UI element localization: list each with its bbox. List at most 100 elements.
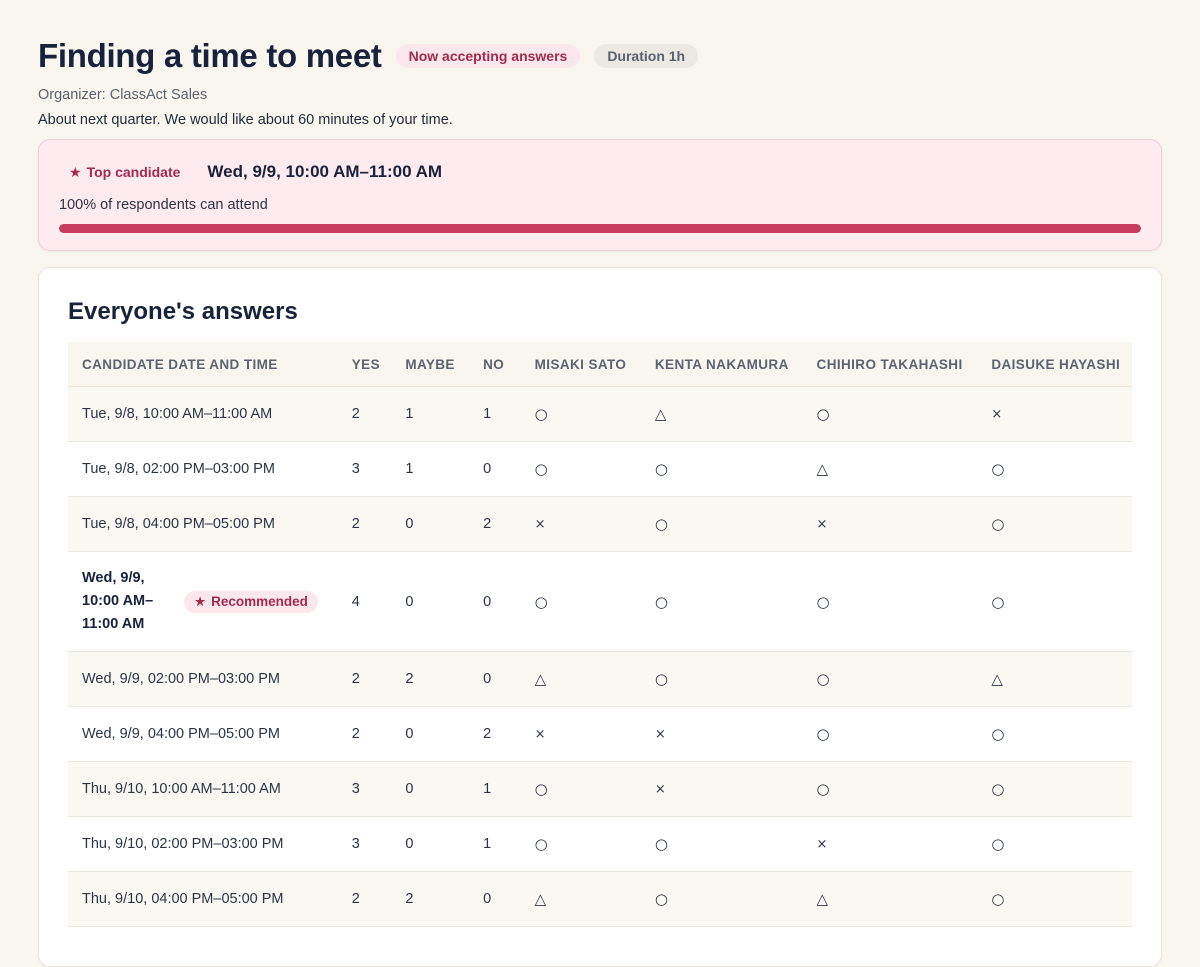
top-candidate-card: ★ Top candidate Wed, 9/9, 10:00 AM–11:00… [38, 139, 1162, 251]
no-count-cell: 2 [469, 706, 521, 762]
star-icon: ★ [69, 163, 82, 180]
answer-cell-kenta-nakamura: ○ [640, 496, 803, 552]
answer-mark: ○ [534, 835, 548, 853]
maybe-count-cell: 2 [391, 651, 470, 707]
answer-cell-chihiro-takahashi: △ [802, 871, 978, 927]
answers-table: CANDIDATE DATE AND TIME YES MAYBE NO MIS… [68, 342, 1132, 927]
answer-mark: × [654, 727, 666, 742]
answer-cell-misaki-sato: ○ [520, 386, 641, 442]
candidate-time-cell: Wed, 9/9, 02:00 PM–03:00 PM [68, 651, 338, 707]
candidate-time-cell: Wed, 9/9, 04:00 PM–05:00 PM [68, 706, 338, 762]
answer-cell-chihiro-takahashi: ○ [802, 386, 978, 442]
maybe-count-cell: 0 [391, 761, 470, 817]
answer-cell-kenta-nakamura: ○ [640, 441, 803, 497]
answer-mark: △ [991, 670, 1003, 688]
answer-cell-daisuke-hayashi: × [977, 386, 1132, 442]
answer-mark: ○ [991, 780, 1005, 798]
answer-cell-chihiro-takahashi: ○ [802, 551, 978, 652]
answer-cell-daisuke-hayashi: ○ [977, 816, 1132, 872]
column-header-maybe[interactable]: MAYBE [391, 342, 470, 387]
answer-mark: ○ [816, 725, 830, 743]
table-row: Thu, 9/10, 10:00 AM–11:00 AM 3 0 1 ○ × ○ ○ [68, 761, 1132, 817]
attendance-text: 100% of respondents can attend [59, 197, 268, 213]
answer-cell-misaki-sato: ○ [520, 816, 641, 872]
no-count-cell: 2 [469, 496, 521, 552]
column-header-misaki-sato[interactable]: MISAKI SATO [520, 342, 641, 387]
answer-mark: ○ [816, 780, 830, 798]
answer-cell-kenta-nakamura: × [640, 706, 803, 762]
answer-cell-chihiro-takahashi: × [802, 496, 978, 552]
answer-mark: ○ [991, 835, 1005, 853]
page: Finding a time to meet Now accepting ans… [0, 0, 1200, 967]
yes-count-cell: 3 [337, 441, 392, 497]
answer-mark: × [654, 782, 666, 797]
answer-mark: × [534, 727, 546, 742]
table-row: Tue, 9/8, 02:00 PM–03:00 PM 3 1 0 ○ ○ △ ○ [68, 441, 1132, 497]
candidate-time-cell: Tue, 9/8, 10:00 AM–11:00 AM [68, 386, 338, 442]
table-row: Wed, 9/9, 02:00 PM–03:00 PM 2 2 0 △ ○ ○ △ [68, 651, 1132, 707]
organizer-text: Organizer: ClassAct Sales [38, 87, 208, 103]
column-header-daisuke-hayashi[interactable]: DAISUKE HAYASHI [977, 342, 1132, 387]
answer-mark: ○ [991, 592, 1005, 611]
answer-cell-daisuke-hayashi: ○ [977, 871, 1132, 927]
answers-card: Everyone's answers CANDIDATE DATE AND TI… [38, 267, 1162, 967]
answer-mark: △ [654, 405, 667, 423]
attendance-progress-fill [59, 224, 1141, 233]
answer-cell-kenta-nakamura: ○ [640, 651, 803, 707]
answer-cell-misaki-sato: △ [520, 651, 641, 707]
table-header-row: CANDIDATE DATE AND TIME YES MAYBE NO MIS… [68, 342, 1132, 387]
answer-mark: ○ [991, 725, 1005, 743]
answer-mark: ○ [654, 460, 668, 478]
column-header-kenta-nakamura[interactable]: KENTA NAKAMURA [640, 342, 803, 387]
answers-table-body: Tue, 9/8, 10:00 AM–11:00 AM 2 1 1 ○ △ ○ × Tue, 9… [68, 386, 1132, 927]
answer-mark: × [816, 837, 828, 852]
table-row: Thu, 9/10, 02:00 PM–03:00 PM 3 0 1 ○ ○ × ○ [68, 816, 1132, 872]
answer-mark: ○ [534, 780, 548, 798]
answer-cell-daisuke-hayashi: ○ [977, 761, 1132, 817]
recommended-badge: ★ Recommended [184, 590, 318, 613]
answer-mark: ○ [816, 405, 830, 423]
column-header-no[interactable]: NO [469, 342, 521, 387]
answer-mark: ○ [991, 460, 1005, 478]
maybe-count-cell: 1 [391, 441, 470, 497]
no-count-cell: 0 [469, 651, 521, 707]
no-count-cell: 1 [469, 386, 521, 442]
answer-mark: × [991, 407, 1003, 422]
yes-count-cell: 2 [337, 706, 392, 762]
top-candidate-label: ★ Top candidate [59, 164, 180, 181]
answer-cell-misaki-sato: ○ [520, 441, 641, 497]
answer-mark: ○ [816, 592, 830, 611]
maybe-count-cell: 0 [391, 551, 470, 652]
duration-badge: Duration 1h [594, 44, 699, 68]
column-header-candidate[interactable]: CANDIDATE DATE AND TIME [68, 342, 338, 387]
column-header-chihiro-takahashi[interactable]: CHIHIRO TAKAHASHI [802, 342, 978, 387]
header: Finding a time to meet Now accepting ans… [38, 0, 1162, 76]
answer-cell-misaki-sato: × [520, 706, 641, 762]
answer-mark: ○ [654, 670, 668, 688]
attendance-progress-bar [59, 224, 1141, 233]
answer-mark: × [534, 517, 546, 532]
answer-cell-daisuke-hayashi: ○ [977, 496, 1132, 552]
answer-cell-daisuke-hayashi: ○ [977, 551, 1132, 652]
answer-cell-kenta-nakamura: ○ [640, 551, 803, 652]
yes-count-cell: 3 [337, 761, 392, 817]
yes-count-cell: 2 [337, 871, 392, 927]
answers-title: Everyone's answers [68, 298, 298, 325]
answer-cell-kenta-nakamura: ○ [640, 871, 803, 927]
answer-mark: ○ [534, 405, 548, 423]
answer-cell-chihiro-takahashi: △ [802, 441, 978, 497]
answer-cell-kenta-nakamura: △ [640, 386, 803, 442]
answer-cell-misaki-sato: × [520, 496, 641, 552]
table-row: Thu, 9/10, 04:00 PM–05:00 PM 2 2 0 △ ○ △ ○ [68, 871, 1132, 927]
answer-mark: ○ [816, 670, 830, 688]
table-row: Tue, 9/8, 04:00 PM–05:00 PM 2 0 2 × ○ × ○ [68, 496, 1132, 552]
page-title: Finding a time to meet [38, 37, 382, 74]
column-header-yes[interactable]: YES [337, 342, 392, 387]
candidate-time: Wed, 9/9, 10:00 AM–11:00 AM [82, 570, 154, 632]
answer-mark: ○ [654, 515, 668, 533]
answer-mark: △ [534, 670, 547, 688]
table-row: Wed, 9/9, 04:00 PM–05:00 PM 2 0 2 × × ○ ○ [68, 706, 1132, 762]
answer-mark: ○ [654, 592, 668, 611]
answer-cell-misaki-sato: ○ [520, 551, 641, 652]
candidate-time-cell: Tue, 9/8, 02:00 PM–03:00 PM [68, 441, 338, 497]
